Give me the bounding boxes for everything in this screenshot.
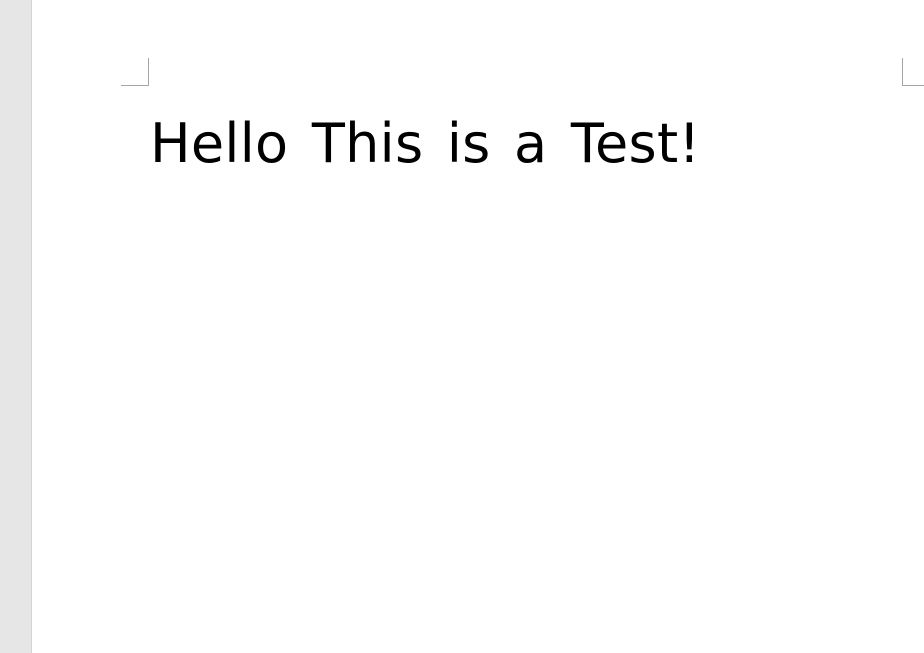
top-right-margin-mark [902, 58, 924, 86]
document-body-text[interactable]: Hello This is a Test! [150, 106, 700, 182]
document-page[interactable]: Hello This is a Test! [31, 0, 924, 653]
document-workspace: Hello This is a Test! [0, 0, 924, 653]
top-left-margin-mark [121, 58, 149, 86]
